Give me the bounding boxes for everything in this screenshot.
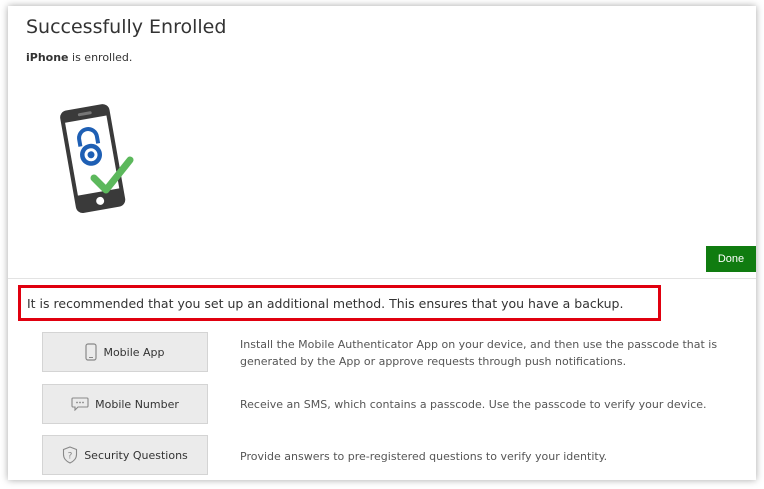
phone-icon xyxy=(85,343,98,361)
device-name: iPhone xyxy=(26,51,69,64)
method-row-mobile-number: Mobile Number Receive an SMS, which cont… xyxy=(42,384,742,424)
page-title: Successfully Enrolled xyxy=(26,16,227,38)
enrolled-phone-illustration xyxy=(56,98,140,224)
mobile-app-button[interactable]: Mobile App xyxy=(42,332,208,372)
enrollment-status-text: is enrolled. xyxy=(68,51,133,64)
mobile-app-label: Mobile App xyxy=(103,345,165,359)
mobile-number-label: Mobile Number xyxy=(95,397,179,411)
recommendation-text: It is recommended that you set up an add… xyxy=(27,295,624,311)
mobile-number-button[interactable]: Mobile Number xyxy=(42,384,208,424)
section-divider xyxy=(8,278,756,279)
security-questions-button[interactable]: ? Security Questions xyxy=(42,435,208,475)
method-row-mobile-app: Mobile App Install the Mobile Authentica… xyxy=(42,332,742,372)
recommendation-callout: It is recommended that you set up an add… xyxy=(18,285,661,321)
security-questions-label: Security Questions xyxy=(84,448,188,462)
mobile-number-description: Receive an SMS, which contains a passcod… xyxy=(240,398,707,411)
chat-bubble-icon xyxy=(71,397,89,411)
shield-question-icon: ? xyxy=(62,446,78,464)
enrollment-status: iPhone is enrolled. xyxy=(26,51,132,64)
security-questions-description: Provide answers to pre-registered questi… xyxy=(240,450,608,463)
enrollment-panel: Successfully Enrolled iPhone is enrolled… xyxy=(8,6,756,480)
mobile-app-description: Install the Mobile Authenticator App on … xyxy=(240,338,718,368)
method-row-security-questions: ? Security Questions Provide answers to … xyxy=(42,435,742,475)
svg-text:?: ? xyxy=(68,452,73,462)
done-button[interactable]: Done xyxy=(706,246,756,272)
